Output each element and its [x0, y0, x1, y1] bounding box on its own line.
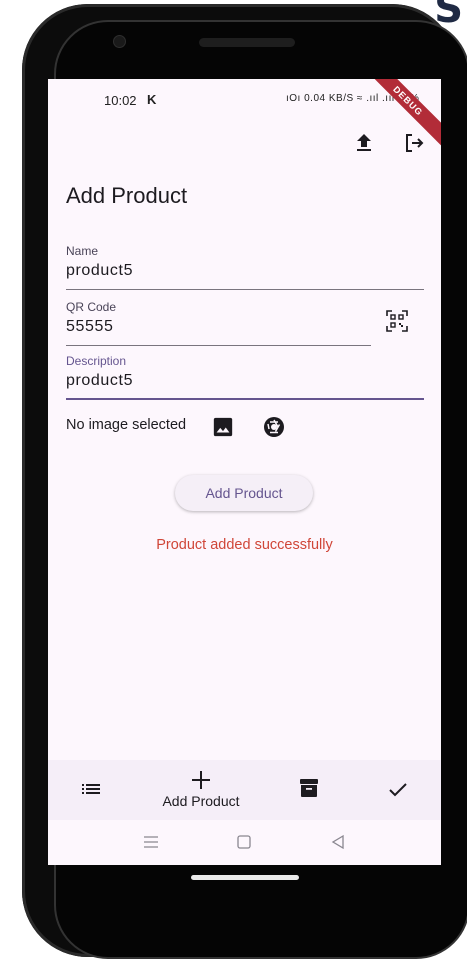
page-title: Add Product [66, 183, 188, 208]
earpiece-speaker [199, 38, 295, 47]
list-icon [82, 784, 100, 794]
qr-scan-icon[interactable] [385, 309, 409, 333]
app-notification-icon: K [147, 92, 157, 107]
name-underline [66, 289, 424, 290]
qr-code-label: QR Code [66, 300, 117, 314]
home-icon[interactable] [234, 832, 254, 852]
plus-icon [192, 771, 210, 789]
description-field[interactable]: Description product5 [66, 354, 424, 400]
description-underline [66, 398, 424, 400]
system-navigation-bar [48, 820, 441, 865]
nav-label-add-product: Add Product [162, 793, 240, 809]
image-status-text: No image selected [66, 417, 187, 433]
add-product-button[interactable]: Add Product [175, 475, 313, 511]
nav-item-list[interactable] [76, 760, 106, 820]
status-time: 10:02 [104, 93, 137, 108]
camera-shutter-icon[interactable] [262, 415, 286, 439]
qr-code-input[interactable]: 55555 [66, 318, 371, 336]
upload-icon[interactable] [352, 131, 376, 155]
recents-icon[interactable] [141, 832, 161, 852]
home-indicator [191, 875, 299, 880]
description-input[interactable]: product5 [66, 372, 424, 390]
qr-code-field[interactable]: QR Code 55555 [66, 300, 371, 346]
description-label: Description [66, 354, 127, 368]
back-icon[interactable] [328, 832, 348, 852]
front-camera [113, 35, 126, 48]
bottom-navigation: Add Product [48, 760, 441, 820]
success-message: Product added successfully [156, 537, 333, 553]
corner-decoration: S [434, 0, 463, 32]
nav-item-archive[interactable] [294, 760, 324, 820]
app-screen: 10:02 K ıOı 0.04 KB/S ≈ .ııl .ııl 72% DE… [48, 79, 441, 865]
nav-item-check[interactable] [383, 760, 413, 820]
nav-item-add-product[interactable]: Add Product [151, 760, 251, 820]
gallery-image-icon[interactable] [212, 416, 234, 438]
archive-icon [300, 779, 318, 797]
name-label: Name [66, 244, 99, 258]
name-input[interactable]: product5 [66, 262, 424, 280]
check-icon [389, 783, 407, 797]
logout-icon[interactable] [402, 131, 426, 155]
qr-code-underline [66, 345, 371, 346]
name-field[interactable]: Name product5 [66, 244, 424, 290]
